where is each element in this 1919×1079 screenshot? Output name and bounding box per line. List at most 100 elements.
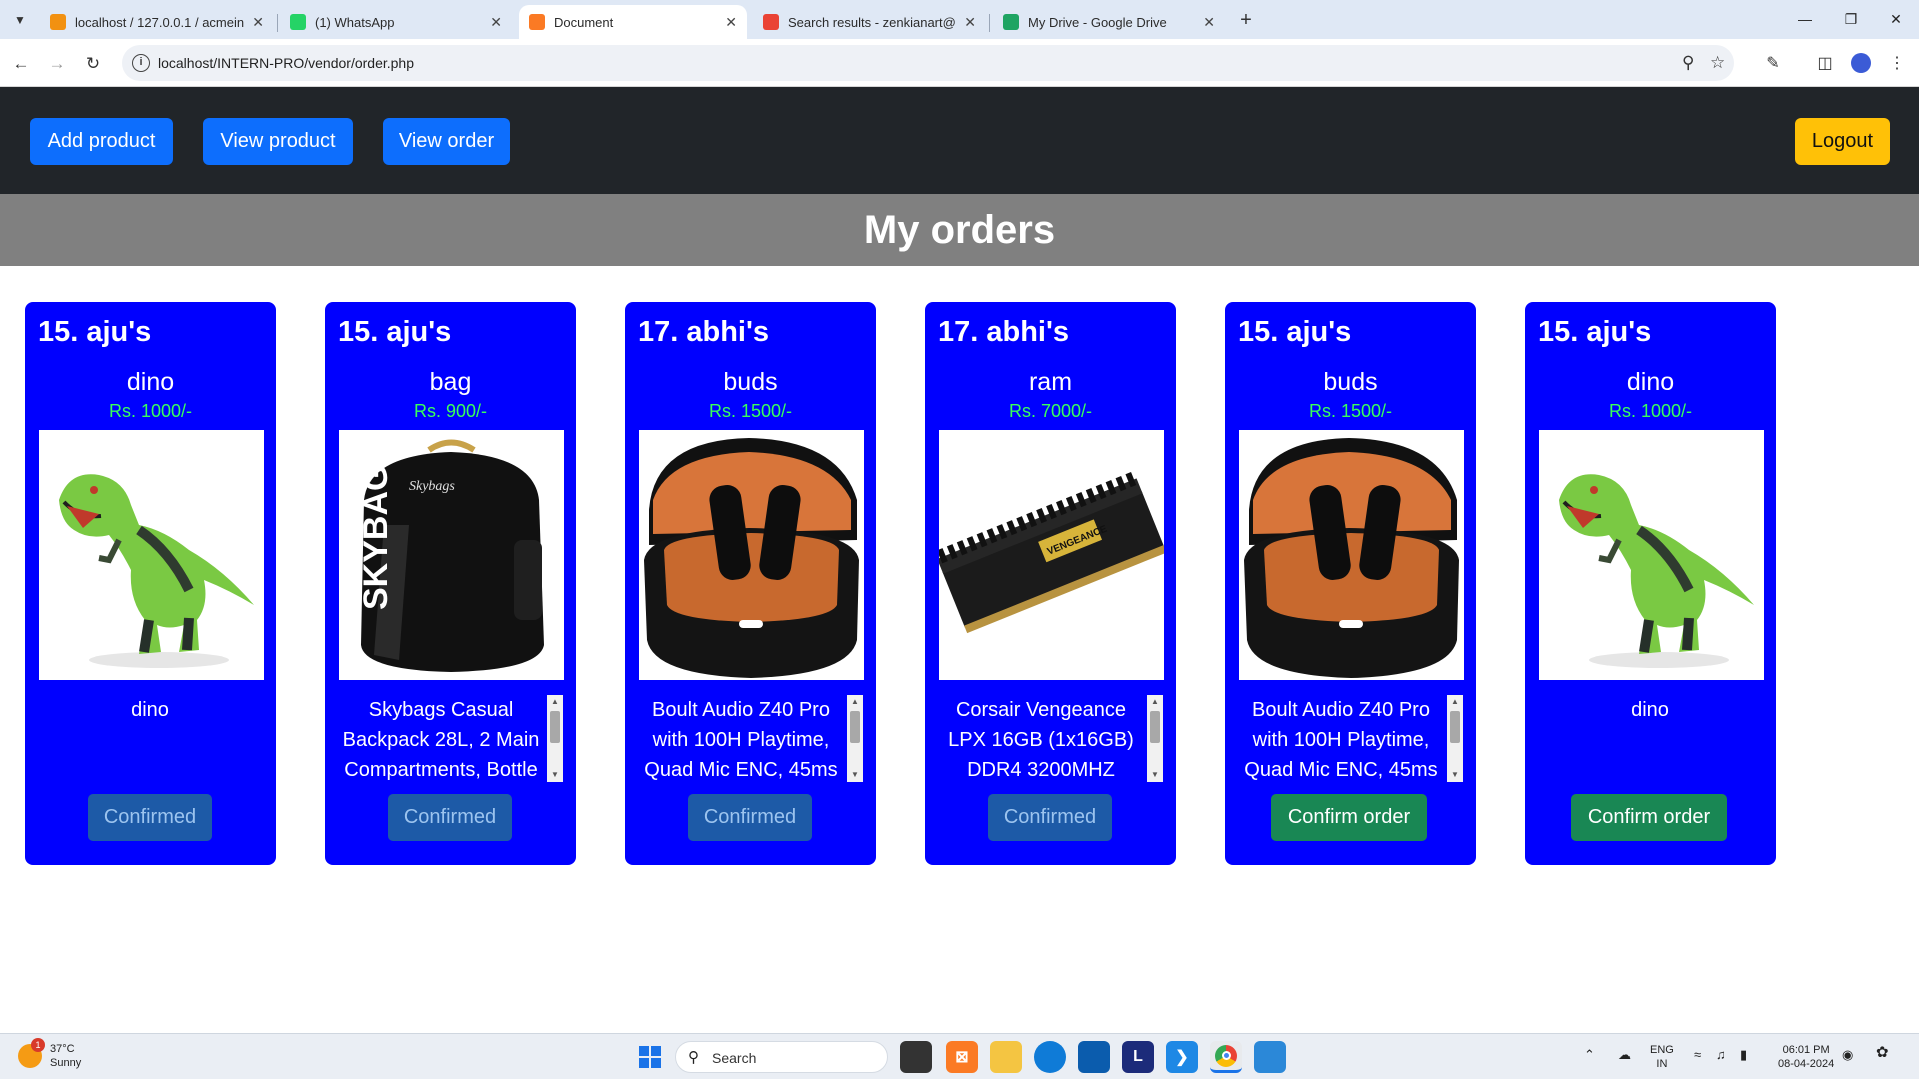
product-price: Rs. 1000/- bbox=[108, 401, 193, 421]
order-card: 17. abhi's ram Rs. 7000/- VENGEANCE Corsair … bbox=[925, 302, 1176, 865]
scroll-up-arrow-icon[interactable]: ▲ bbox=[1447, 695, 1463, 709]
product-description-text: Skybags Casual Backpack 28L, 2 Main Comp… bbox=[342, 699, 540, 781]
language-indicator[interactable]: ENG IN bbox=[1650, 1043, 1674, 1071]
logout-button[interactable]: Logout bbox=[1795, 118, 1890, 165]
confirm-order-button[interactable]: Confirm order bbox=[1271, 794, 1427, 841]
browser-tab-title: My Drive - Google Drive bbox=[1028, 14, 1167, 30]
windows-start-icon[interactable] bbox=[634, 1041, 666, 1073]
product-name: buds bbox=[723, 368, 778, 396]
minimize-icon[interactable]: — bbox=[1782, 6, 1828, 32]
page-content: Add product View product View order Logo… bbox=[0, 87, 1919, 1033]
site-info-icon[interactable]: i bbox=[132, 54, 150, 72]
close-window-icon[interactable]: ✕ bbox=[1873, 6, 1919, 32]
clock[interactable]: 06:01 PM 08-04-2024 bbox=[1778, 1043, 1834, 1071]
confirmed-button[interactable]: Confirmed bbox=[388, 794, 512, 841]
description-scrollbar[interactable]: ▲ ▼ bbox=[547, 695, 563, 782]
taskbar-search[interactable]: ⚲ Search bbox=[675, 1041, 888, 1073]
copilot-icon[interactable]: ✿ bbox=[1876, 1045, 1889, 1060]
scroll-thumb[interactable] bbox=[550, 711, 560, 743]
browser-tab[interactable]: localhost / 127.0.0.1 / acmeinte ✕ bbox=[40, 5, 274, 39]
product-name: buds bbox=[1323, 368, 1378, 396]
browser-menu-icon[interactable]: ⋮ bbox=[1884, 50, 1910, 76]
page-title: My orders bbox=[863, 207, 1056, 252]
close-tab-icon[interactable]: ✕ bbox=[725, 14, 737, 31]
close-tab-icon[interactable]: ✕ bbox=[252, 14, 264, 31]
browser-tab[interactable]: Document ✕ bbox=[519, 5, 747, 39]
order-card: 15. aju's bag Rs. 900/- SKYBAGS Skybags Skyba… bbox=[325, 302, 576, 865]
confirmed-button[interactable]: Confirmed bbox=[988, 794, 1112, 841]
taskbar-search-label: Search bbox=[712, 1050, 757, 1066]
url-text[interactable]: localhost/INTERN-PRO/vendor/order.php bbox=[158, 55, 414, 71]
browser-tab[interactable]: My Drive - Google Drive ✕ bbox=[993, 5, 1225, 39]
phpmyadmin-icon bbox=[50, 14, 66, 30]
new-tab-button[interactable]: + bbox=[1233, 7, 1259, 33]
scroll-down-arrow-icon[interactable]: ▼ bbox=[1447, 768, 1463, 782]
scroll-up-arrow-icon[interactable]: ▲ bbox=[1147, 695, 1163, 709]
scroll-up-arrow-icon[interactable]: ▲ bbox=[547, 695, 563, 709]
reload-icon[interactable]: ↻ bbox=[80, 51, 106, 77]
file-explorer-icon[interactable] bbox=[990, 1041, 1022, 1073]
description-scrollbar[interactable]: ▲ ▼ bbox=[1447, 695, 1463, 782]
browser-tab[interactable]: (1) WhatsApp ✕ bbox=[280, 5, 512, 39]
profile-avatar[interactable] bbox=[1848, 50, 1874, 76]
confirm-order-button[interactable]: Confirm order bbox=[1571, 794, 1727, 841]
chrome-icon[interactable] bbox=[1210, 1041, 1242, 1073]
notification-bell-icon[interactable]: ◉ bbox=[1842, 1048, 1853, 1062]
view-order-button[interactable]: View order bbox=[383, 118, 510, 165]
close-tab-icon[interactable]: ✕ bbox=[1203, 14, 1215, 31]
product-image bbox=[1239, 430, 1464, 680]
scroll-thumb[interactable] bbox=[1150, 711, 1160, 743]
product-name: bag bbox=[429, 368, 472, 396]
forward-icon[interactable]: → bbox=[44, 51, 70, 77]
address-bar-row: ← → ↻ i localhost/INTERN-PRO/vendor/orde… bbox=[0, 39, 1919, 87]
scroll-thumb[interactable] bbox=[850, 711, 860, 743]
confirmed-button[interactable]: Confirmed bbox=[688, 794, 812, 841]
clock-date: 08-04-2024 bbox=[1778, 1058, 1835, 1070]
view-product-button[interactable]: View product bbox=[203, 118, 353, 165]
onedrive-icon[interactable]: ☁ bbox=[1618, 1048, 1631, 1062]
scroll-up-arrow-icon[interactable]: ▲ bbox=[847, 695, 863, 709]
browser-tab[interactable]: Search results - zenkianart@gm ✕ bbox=[753, 5, 986, 39]
product-description[interactable]: Corsair Vengeance LPX 16GB (1x16GB) DDR4… bbox=[937, 695, 1163, 782]
close-tab-icon[interactable]: ✕ bbox=[490, 14, 502, 31]
product-description[interactable]: Boult Audio Z40 Pro with 100H Playtime, … bbox=[1237, 695, 1463, 782]
edge-icon[interactable] bbox=[1034, 1041, 1066, 1073]
description-scrollbar[interactable]: ▲ ▼ bbox=[1147, 695, 1163, 782]
weather-widget[interactable]: 1 37°C Sunny bbox=[18, 1038, 81, 1070]
close-tab-icon[interactable]: ✕ bbox=[964, 14, 976, 31]
zoom-icon[interactable]: ⚲ bbox=[1682, 53, 1694, 73]
extensions-icon[interactable]: ✎ bbox=[1760, 50, 1786, 76]
side-panel-icon[interactable]: ◫ bbox=[1812, 50, 1838, 76]
add-product-button[interactable]: Add product bbox=[30, 118, 173, 165]
product-description[interactable]: Skybags Casual Backpack 28L, 2 Main Comp… bbox=[337, 695, 563, 782]
restore-icon[interactable]: ❐ bbox=[1828, 6, 1874, 32]
scroll-down-arrow-icon[interactable]: ▼ bbox=[547, 768, 563, 782]
battery-icon[interactable]: ▮ bbox=[1740, 1048, 1747, 1062]
tab-search-dropdown-icon[interactable]: ▼ bbox=[8, 8, 32, 32]
volume-icon[interactable]: ♫ bbox=[1716, 1048, 1726, 1062]
browser-tab-title: Document bbox=[554, 14, 614, 30]
l-app-icon[interactable]: L bbox=[1122, 1041, 1154, 1073]
bookmark-star-icon[interactable]: ☆ bbox=[1710, 53, 1725, 73]
order-card: 15. aju's buds Rs. 1500/- Boult Audio Z40 P… bbox=[1225, 302, 1476, 865]
back-icon[interactable]: ← bbox=[8, 51, 34, 77]
weather-temperature: 37°C bbox=[50, 1043, 75, 1055]
microsoft-store-icon[interactable] bbox=[1078, 1041, 1110, 1073]
task-view-icon[interactable] bbox=[900, 1041, 932, 1073]
scroll-down-arrow-icon[interactable]: ▼ bbox=[1147, 768, 1163, 782]
product-description[interactable]: Boult Audio Z40 Pro with 100H Playtime, … bbox=[637, 695, 863, 782]
vscode-icon[interactable]: ❯ bbox=[1166, 1041, 1198, 1073]
description-scrollbar[interactable]: ▲ ▼ bbox=[847, 695, 863, 782]
confirmed-button[interactable]: Confirmed bbox=[88, 794, 212, 841]
wifi-icon[interactable]: ≈ bbox=[1694, 1048, 1701, 1062]
photos-icon[interactable] bbox=[1254, 1041, 1286, 1073]
windows-taskbar: 1 37°C Sunny ⚲ Search ⊠ L ❯ ⌃ ☁ ENG IN ≈… bbox=[0, 1033, 1919, 1079]
show-hidden-icons[interactable]: ⌃ bbox=[1584, 1048, 1595, 1062]
xampp-icon[interactable]: ⊠ bbox=[946, 1041, 978, 1073]
product-price: Rs. 1500/- bbox=[1308, 401, 1393, 421]
scroll-thumb[interactable] bbox=[1450, 711, 1460, 743]
product-description-text: dino bbox=[131, 699, 169, 721]
scroll-down-arrow-icon[interactable]: ▼ bbox=[847, 768, 863, 782]
url-bar[interactable]: i localhost/INTERN-PRO/vendor/order.php … bbox=[122, 45, 1734, 81]
product-price: Rs. 900/- bbox=[413, 401, 488, 421]
